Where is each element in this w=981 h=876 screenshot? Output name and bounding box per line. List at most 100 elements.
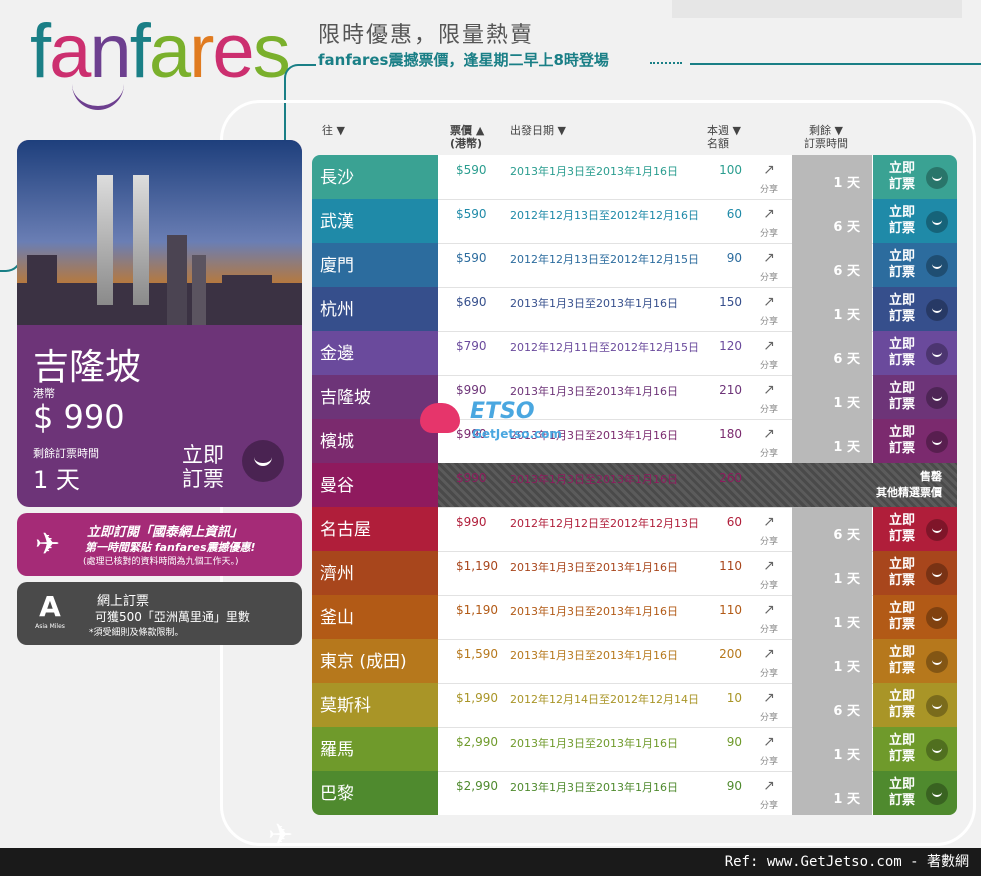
row-qty: 210 <box>719 383 742 397</box>
row-city[interactable]: 金邊 <box>312 331 438 375</box>
sold-out-label[interactable]: 售罄 其他精選票價 <box>832 469 942 501</box>
row-city[interactable]: 曼谷 <box>312 463 438 507</box>
sort-remaining[interactable]: 剩餘 ▼ 訂票時間 <box>804 124 848 150</box>
featured-deal-card[interactable]: 吉隆坡 港幣 $ 990 剩餘訂票時間 1 天 立即 訂票 <box>17 140 302 507</box>
fare-row[interactable]: 東京 (成田) $1,590 2013年1月3日至2013年1月16日 200 ↗ 分享 1… <box>312 639 957 684</box>
fare-row[interactable]: 廈門 $590 2012年12月13日至2012年12月15日 90 ↗ 分享 6 天立即訂… <box>312 243 957 288</box>
promo-line-3: (處理已核對的資料時間為九個工作天。) <box>83 557 239 567</box>
book-now-button[interactable]: 立即 訂票 <box>873 639 957 683</box>
row-city[interactable]: 濟州 <box>312 551 438 595</box>
row-remaining-days: 1 天 <box>792 727 872 771</box>
share-button[interactable]: ↗ 分享 <box>760 161 778 199</box>
asia-line-1: 網上訂票 <box>97 594 150 609</box>
book-now-button[interactable]: 立即 訂票 <box>873 375 957 419</box>
book-now-button[interactable]: 立即 訂票 <box>873 551 957 595</box>
share-icon: ↗ <box>763 382 775 398</box>
share-button[interactable]: ↗ 分享 <box>760 425 778 463</box>
row-date: 2013年1月3日至2013年1月16日 <box>510 473 678 486</box>
share-button[interactable]: ↗ 分享 <box>760 601 778 639</box>
plane-icon: ✈ <box>35 527 61 562</box>
book-now-button[interactable]: 立即 訂票 <box>873 727 957 771</box>
sort-dest[interactable]: 往 ▼ <box>322 124 345 137</box>
fare-row[interactable]: 杭州 $690 2013年1月3日至2013年1月16日 150 ↗ 分享 1 天立即 訂票 <box>312 287 957 332</box>
row-city[interactable]: 武漢 <box>312 199 438 243</box>
row-city[interactable]: 杭州 <box>312 287 438 331</box>
smile-icon <box>926 519 948 541</box>
fare-row[interactable]: 羅馬 $2,990 2013年1月3日至2013年1月16日 90 ↗ 分享 1 天立即 訂票 <box>312 727 957 772</box>
fare-row[interactable]: 濟州 $1,190 2013年1月3日至2013年1月16日 110 ↗ 分享 1 天立即訂… <box>312 551 957 596</box>
row-price: $2,990 <box>456 735 498 749</box>
row-city[interactable]: 釜山 <box>312 595 438 639</box>
row-price: $590 <box>456 251 487 265</box>
row-city[interactable]: 長沙 <box>312 155 438 199</box>
book-now-button[interactable]: 立即 訂票 <box>873 199 957 243</box>
row-remaining-days: 1 天 <box>792 771 872 815</box>
book-now-button[interactable]: 立即 訂票 <box>873 507 957 551</box>
fare-row[interactable]: 武漢 $590 2012年12月13日至2012年12月16日 60 ↗ 分享 6 天立即訂… <box>312 199 957 244</box>
fare-row[interactable]: 莫斯科 $1,990 2012年12月14日至2012年12月14日 10 ↗ 分享 6 天… <box>312 683 957 728</box>
fare-row[interactable]: 釜山 $1,190 2013年1月3日至2013年1月16日 110 ↗ 分享 1 天立即訂… <box>312 595 957 640</box>
fare-row[interactable]: 長沙 $590 2013年1月3日至2013年1月16日 100 ↗ 分享 1 天立即 訂票 <box>312 155 957 200</box>
row-date: 2013年1月3日至2013年1月16日 <box>510 297 678 310</box>
row-city[interactable]: 廈門 <box>312 243 438 287</box>
row-remaining-days: 6 天 <box>792 243 872 287</box>
row-qty: 150 <box>719 295 742 309</box>
share-button[interactable]: ↗ 分享 <box>760 337 778 375</box>
book-now-button[interactable]: 立即 訂票 <box>873 331 957 375</box>
share-button[interactable]: ↗ 分享 <box>760 777 778 815</box>
row-price: $1,190 <box>456 559 498 573</box>
watermark: ETSO GetJetso.com <box>410 385 562 460</box>
share-button[interactable]: ↗ 分享 <box>760 733 778 771</box>
share-icon: ↗ <box>763 514 775 530</box>
fare-row[interactable]: 名古屋 $990 2012年12月12日至2012年12月13日 60 ↗ 分享 6 天立即… <box>312 507 957 552</box>
logo-smile-icon <box>72 84 124 110</box>
logo-letter: f <box>30 9 51 94</box>
sort-date[interactable]: 出發日期 ▼ <box>510 124 566 137</box>
book-now-button[interactable]: 立即 訂票 <box>873 683 957 727</box>
fare-row[interactable]: 檳城 $990 2013年1月3日至2013年1月16日 180 ↗ 分享 1 天立即 訂票 <box>312 419 957 464</box>
book-now-button[interactable]: 立即 訂票 <box>873 155 957 199</box>
sort-price[interactable]: 票價 ▲ (港幣) <box>450 124 484 150</box>
share-button[interactable]: ↗ 分享 <box>760 293 778 331</box>
fare-row[interactable]: 吉隆坡 $990 2013年1月3日至2013年1月16日 210 ↗ 分享 1 天立即 訂票 <box>312 375 957 420</box>
featured-book-button[interactable]: 立即 訂票 <box>182 443 224 491</box>
row-qty: 90 <box>726 779 742 793</box>
divider <box>690 63 981 65</box>
share-button[interactable]: ↗ 分享 <box>760 205 778 243</box>
row-date: 2013年1月3日至2013年1月16日 <box>510 781 678 794</box>
featured-city: 吉隆坡 <box>33 347 142 388</box>
row-price: $2,990 <box>456 779 498 793</box>
sort-qty[interactable]: 本週 ▼ 名額 <box>707 124 741 150</box>
share-button[interactable]: ↗ 分享 <box>760 645 778 683</box>
newsletter-promo[interactable]: ✈ 立即訂閱「國泰網上資訊」 第一時間緊貼 fanfares震撼優惠! (處理已… <box>17 513 302 576</box>
fare-row[interactable]: 金邊 $790 2012年12月11日至2012年12月15日 120 ↗ 分享 6 天立即… <box>312 331 957 376</box>
share-button[interactable]: ↗ 分享 <box>760 689 778 727</box>
promo-line-2: 第一時間緊貼 fanfares震撼優惠! <box>85 541 256 554</box>
row-city[interactable]: 名古屋 <box>312 507 438 551</box>
asia-miles-promo[interactable]: A Asia Miles 網上訂票 可獲500「亞洲萬里通」里數 *須受細則及條款… <box>17 582 302 645</box>
row-price: $1,990 <box>456 691 498 705</box>
share-button[interactable]: ↗ 分享 <box>760 513 778 551</box>
row-date: 2012年12月13日至2012年12月16日 <box>510 209 699 222</box>
row-city[interactable]: 東京 (成田) <box>312 639 438 683</box>
row-city[interactable]: 巴黎 <box>312 771 438 815</box>
fanfares-logo[interactable]: fanfares <box>30 9 291 94</box>
book-now-button[interactable]: 立即 訂票 <box>873 287 957 331</box>
row-price: $790 <box>456 339 487 353</box>
row-city[interactable]: 羅馬 <box>312 727 438 771</box>
row-city[interactable]: 莫斯科 <box>312 683 438 727</box>
book-now-button[interactable]: 立即 訂票 <box>873 595 957 639</box>
smile-icon <box>926 651 948 673</box>
asia-line-3: *須受細則及條款限制。 <box>89 628 184 638</box>
book-now-button[interactable]: 立即 訂票 <box>873 771 957 815</box>
book-now-button[interactable]: 立即 訂票 <box>873 419 957 463</box>
book-now-button[interactable]: 立即 訂票 <box>873 243 957 287</box>
share-button[interactable]: ↗ 分享 <box>760 381 778 419</box>
fare-row[interactable]: 曼谷 $990 2013年1月3日至2013年1月16日 260 售罄 其他精選票價 <box>312 463 957 508</box>
share-button[interactable]: ↗ 分享 <box>760 249 778 287</box>
smile-icon[interactable] <box>242 440 284 482</box>
fare-row[interactable]: 巴黎 $2,990 2013年1月3日至2013年1月16日 90 ↗ 分享 1 天立即 訂票 <box>312 771 957 815</box>
asia-line-2: 可獲500「亞洲萬里通」里數 <box>95 610 250 624</box>
footer: Ref: www.GetJetso.com - 著數網 <box>0 848 981 876</box>
share-button[interactable]: ↗ 分享 <box>760 557 778 595</box>
